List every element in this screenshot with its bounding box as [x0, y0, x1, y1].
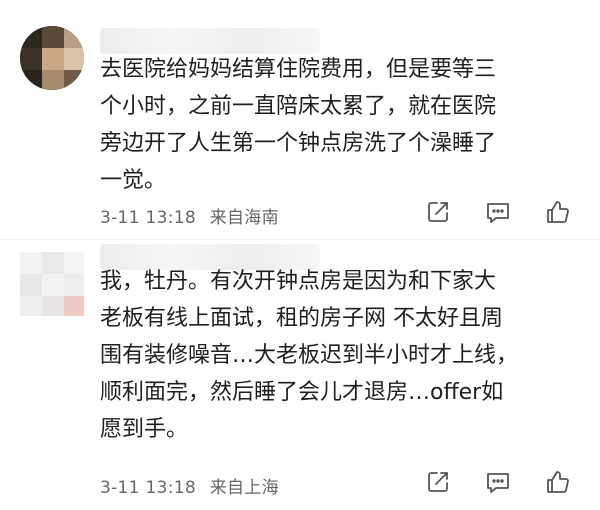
comment-actions [424, 198, 574, 228]
share-icon [428, 202, 448, 222]
share-button[interactable] [424, 468, 454, 498]
thumbs-up-icon [547, 201, 569, 223]
share-button[interactable] [424, 198, 454, 228]
comment-location: 来自上海 [209, 478, 279, 498]
comment-item: 我，牡丹。有次开钟点房是因为和下家大 老板有线上面试，租的房子网 不太好且周 围… [0, 240, 600, 510]
comment-location: 来自海南 [209, 208, 279, 228]
like-button[interactable] [544, 198, 574, 228]
comment-meta: 3-11 13:18 来自上海 [100, 473, 279, 498]
comment-text: 我，牡丹。有次开钟点房是因为和下家大 老板有线上面试，租的房子网 不太好且周 围… [100, 269, 519, 442]
comment-time: 3-11 13:18 [100, 478, 196, 498]
comment-item: 去医院给妈妈结算住院费用，但是要等三 个小时，之前一直陪床太累了，就在医院 旁边… [0, 0, 600, 240]
comment-button[interactable] [484, 198, 514, 228]
comment-text: 去医院给妈妈结算住院费用，但是要等三 个小时，之前一直陪床太累了，就在医院 旁边… [100, 57, 497, 193]
like-button[interactable] [544, 468, 574, 498]
thumbs-up-icon [547, 471, 569, 493]
comment-icon [487, 203, 509, 223]
avatar[interactable] [20, 252, 84, 316]
comment-icon [487, 473, 509, 493]
comment-time: 3-11 13:18 [100, 208, 196, 228]
comment-actions [424, 468, 574, 498]
comment-meta: 3-11 13:18 来自海南 [100, 203, 279, 228]
comment-button[interactable] [484, 468, 514, 498]
avatar[interactable] [20, 26, 84, 90]
share-icon [428, 472, 448, 492]
